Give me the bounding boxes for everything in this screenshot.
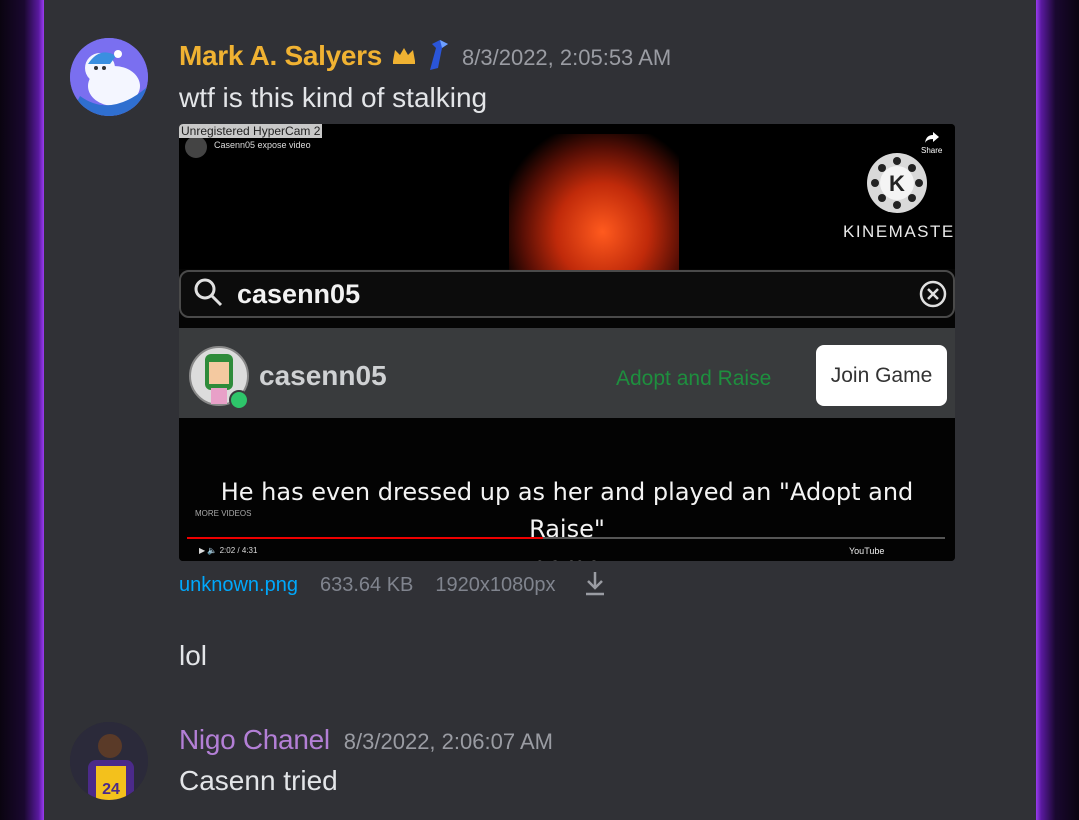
download-icon[interactable] xyxy=(584,570,606,601)
search-query: casenn05 xyxy=(237,278,361,309)
online-status-icon xyxy=(229,390,249,410)
video-caption: He has even dressed up as her and played… xyxy=(179,474,955,561)
crown-icon xyxy=(392,46,416,69)
message-text: lol xyxy=(179,640,208,671)
search-bar: casenn05 xyxy=(179,270,955,318)
video-progress-fill xyxy=(187,537,544,539)
youtube-logo: YouTube xyxy=(849,546,885,556)
attachment-meta: unknown.png 633.64 KB 1920x1080px xyxy=(179,570,606,601)
nitro-badge-icon[interactable] xyxy=(426,40,449,75)
video-player: He has even dressed up as her and played… xyxy=(179,418,955,561)
result-game: Adopt and Raise xyxy=(616,367,772,390)
timestamp[interactable]: 8/3/2022, 2:05:53 AM xyxy=(462,45,671,71)
video-title: Casenn05 expose video xyxy=(214,140,311,150)
file-name-link[interactable]: unknown.png xyxy=(179,574,298,597)
caption-line-2: game xyxy=(179,548,955,561)
message-header: Nigo Chanel 8/3/2022, 2:06:07 AM xyxy=(179,724,553,756)
hypercam-watermark: Unregistered HyperCam 2 xyxy=(179,124,323,138)
username[interactable]: Nigo Chanel xyxy=(179,724,330,756)
svg-text:24: 24 xyxy=(102,781,120,798)
more-videos-label: MORE VIDEOS xyxy=(195,509,252,518)
kinemaster-logo-icon: K xyxy=(865,151,929,220)
time-readout: 2:02 / 4:31 xyxy=(219,546,258,555)
volume-icon: 🔈 xyxy=(207,546,218,555)
caption-line-1: He has even dressed up as her and played… xyxy=(220,478,914,543)
join-game-button: Join Game xyxy=(816,345,947,406)
avatar-nigo-chanel[interactable]: 24 xyxy=(70,722,148,800)
avatar-mark-salyers[interactable] xyxy=(70,38,148,116)
result-username: casenn05 xyxy=(259,360,387,391)
image-attachment[interactable]: Unregistered HyperCam 2 Casenn05 expose … xyxy=(179,124,955,561)
play-icon: ▶ xyxy=(199,546,206,555)
purple-glow-right-border xyxy=(1036,0,1079,820)
clear-icon xyxy=(919,280,947,313)
search-result-row: casenn05 Adopt and Raise Join Game xyxy=(179,328,955,418)
channel-avatar xyxy=(185,136,207,158)
file-dimensions: 1920x1080px xyxy=(435,574,556,596)
video-progress-bar xyxy=(187,537,945,539)
message-text: wtf is this kind of stalking xyxy=(179,82,488,113)
video-frame: Unregistered HyperCam 2 Casenn05 expose … xyxy=(179,124,955,274)
message-text: Casenn tried xyxy=(179,765,338,796)
search-icon xyxy=(193,277,223,312)
fire-graphic xyxy=(509,134,679,274)
purple-glow-left-border xyxy=(0,0,44,820)
timestamp[interactable]: 8/3/2022, 2:06:07 AM xyxy=(344,729,553,755)
kinemaster-watermark: KINEMASTER xyxy=(843,222,955,241)
file-size: 633.64 KB xyxy=(319,574,414,596)
svg-text:K: K xyxy=(889,171,905,196)
player-time: ▶ 🔈 2:02 / 4:31 xyxy=(199,546,257,555)
chat-message-list: Mark A. Salyers 8/3/2022, 2:05:53 AM wtf… xyxy=(44,0,1036,820)
message-header: Mark A. Salyers 8/3/2022, 2:05:53 AM xyxy=(179,40,671,75)
username[interactable]: Mark A. Salyers xyxy=(179,40,382,72)
